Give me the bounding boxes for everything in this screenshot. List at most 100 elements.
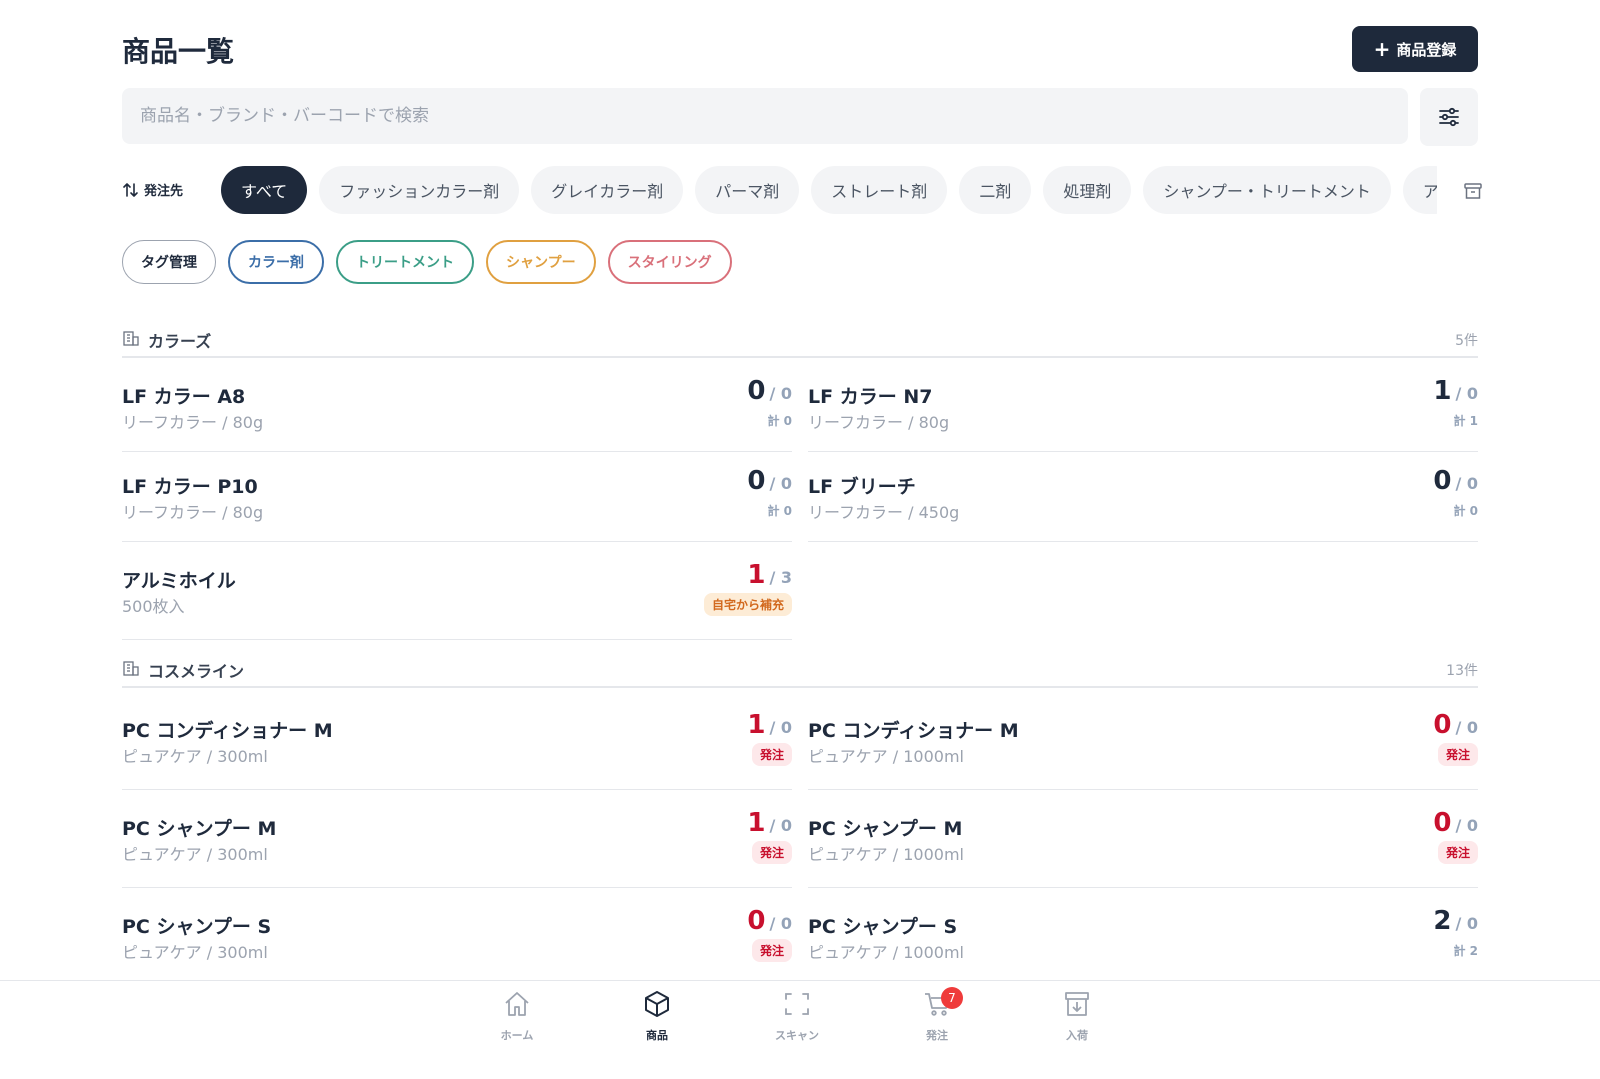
category-chip[interactable]: ア xyxy=(1402,166,1437,214)
product-name: LF カラー P10 xyxy=(122,476,258,498)
product-item[interactable]: PC シャンプー S ピュアケア / 1000ml 2/ 0 計 2 xyxy=(808,888,1478,986)
nav-label: ホーム xyxy=(500,1029,534,1042)
category-chip[interactable]: ストレート剤 xyxy=(811,166,948,214)
product-item[interactable]: PC コンディショナー M ピュアケア / 1000ml 0/ 0 発注 xyxy=(808,692,1478,790)
product-detail: ピュアケア / 300ml xyxy=(122,943,268,962)
sliders-icon xyxy=(1439,107,1459,127)
section-header: コスメライン 13件 xyxy=(122,658,1478,688)
tag-row: タグ管理 カラー剤 トリートメント シャンプー スタイリング xyxy=(122,240,732,284)
stock-target: / 0 xyxy=(769,914,792,933)
stock-target: / 0 xyxy=(769,718,792,737)
nav-home[interactable]: ホーム xyxy=(477,989,557,1049)
stock-current: 2 xyxy=(1433,906,1452,936)
section-header: カラーズ 5件 xyxy=(122,328,1478,358)
stock-total: 計 0 xyxy=(767,504,792,518)
product-name: PC シャンプー S xyxy=(808,916,958,938)
stock-current: 0 xyxy=(1433,466,1452,496)
category-chip[interactable]: ファッションカラー剤 xyxy=(319,166,520,214)
home-icon xyxy=(502,989,532,1023)
stock-target: / 0 xyxy=(769,474,792,493)
box-icon xyxy=(642,989,672,1023)
category-chip[interactable]: 処理剤 xyxy=(1043,166,1132,214)
plus-icon: + xyxy=(1373,37,1391,61)
stock-target: / 0 xyxy=(1455,816,1478,835)
stock-current: 0 xyxy=(1433,808,1452,838)
product-item[interactable]: PC シャンプー M ピュアケア / 1000ml 0/ 0 発注 xyxy=(808,790,1478,888)
product-item[interactable]: LF カラー N7 リーフカラー / 80g 1/ 0 計 1 xyxy=(808,362,1478,452)
tag-manage-button[interactable]: タグ管理 xyxy=(122,240,216,284)
product-item[interactable]: PC シャンプー S ピュアケア / 300ml 0/ 0 発注 xyxy=(122,888,792,986)
stock-current: 1 xyxy=(747,710,766,740)
section-count: 13件 xyxy=(1446,663,1478,679)
category-chip[interactable]: すべて xyxy=(221,166,308,214)
stock-count: 1/ 3 xyxy=(747,560,792,590)
stock-count: 0/ 0 xyxy=(1433,710,1478,740)
tag-chip[interactable]: シャンプー xyxy=(486,240,596,284)
product-item[interactable]: アルミホイル 500枚入 1/ 3 自宅から補充 xyxy=(122,542,792,640)
stock-current: 0 xyxy=(747,466,766,496)
product-detail: 500枚入 xyxy=(122,597,185,616)
product-detail: ピュアケア / 1000ml xyxy=(808,747,964,766)
stock-current: 1 xyxy=(1433,376,1452,406)
stock-count: 0/ 0 xyxy=(1433,466,1478,496)
tag-chip[interactable]: カラー剤 xyxy=(228,240,324,284)
stock-count: 0/ 0 xyxy=(1433,808,1478,838)
category-chip[interactable]: パーマ剤 xyxy=(695,166,800,214)
product-detail: リーフカラー / 80g xyxy=(122,503,264,522)
stock-target: / 0 xyxy=(1455,384,1478,403)
stock-count: 0/ 0 xyxy=(747,466,792,496)
page-title: 商品一覧 xyxy=(122,35,235,68)
building-icon xyxy=(122,659,140,681)
filter-button[interactable] xyxy=(1420,88,1478,146)
product-detail: リーフカラー / 80g xyxy=(122,413,264,432)
section-title: コスメライン xyxy=(122,658,244,682)
bottom-nav: ホーム 商品 スキャン 発注 7 入荷 xyxy=(0,980,1600,1079)
nav-label: 商品 xyxy=(646,1029,668,1042)
stock-target: / 0 xyxy=(769,384,792,403)
stock-current: 0 xyxy=(1433,710,1452,740)
product-name: PC シャンプー M xyxy=(808,818,963,840)
product-name: PC コンディショナー M xyxy=(808,720,1019,742)
scan-icon xyxy=(782,989,812,1023)
nav-cart[interactable]: 発注 7 xyxy=(897,987,977,1049)
sort-label: 発注先 xyxy=(144,184,184,199)
search-input[interactable] xyxy=(122,88,1408,144)
category-chip[interactable]: シャンプー・トリートメント xyxy=(1143,166,1391,214)
product-detail: ピュアケア / 300ml xyxy=(122,747,268,766)
section-title: カラーズ xyxy=(122,328,211,352)
add-product-button[interactable]: + 商品登録 xyxy=(1352,26,1478,72)
stock-target: / 3 xyxy=(769,568,792,587)
stock-current: 1 xyxy=(747,560,766,590)
category-chips: すべて ファッションカラー剤 グレイカラー剤 パーマ剤 ストレート剤 二剤 処理剤 シャンプー… xyxy=(221,166,1437,216)
product-detail: ピュアケア / 1000ml xyxy=(808,845,964,864)
product-name: LF カラー N7 xyxy=(808,386,933,408)
product-item[interactable]: LF カラー P10 リーフカラー / 80g 0/ 0 計 0 xyxy=(122,452,792,542)
nav-scan[interactable]: スキャン xyxy=(757,989,837,1049)
product-name: アルミホイル xyxy=(122,570,236,592)
section-count: 5件 xyxy=(1455,333,1478,349)
category-row: 発注先 すべて ファッションカラー剤 グレイカラー剤 パーマ剤 ストレート剤 二剤 処理剤シ… xyxy=(122,166,1482,216)
product-item[interactable]: LF カラー A8 リーフカラー / 80g 0/ 0 計 0 xyxy=(122,362,792,452)
product-item[interactable]: LF ブリーチ リーフカラー / 450g 0/ 0 計 0 xyxy=(808,452,1478,542)
product-detail: ピュアケア / 300ml xyxy=(122,845,268,864)
order-badge: 発注 xyxy=(1437,743,1478,766)
product-item[interactable]: PC シャンプー M ピュアケア / 300ml 1/ 0 発注 xyxy=(122,790,792,888)
stock-target: / 0 xyxy=(1455,914,1478,933)
tag-chip[interactable]: スタイリング xyxy=(607,240,732,284)
tag-chip[interactable]: トリートメント xyxy=(336,240,474,284)
sort-button[interactable]: 発注先 xyxy=(122,180,183,199)
product-detail: リーフカラー / 80g xyxy=(808,413,950,432)
product-name: PC コンディショナー M xyxy=(122,720,333,742)
stock-target: / 0 xyxy=(769,816,792,835)
nav-inbox[interactable]: 入荷 xyxy=(1037,989,1117,1049)
category-chip[interactable]: グレイカラー剤 xyxy=(531,166,684,214)
restock-badge: 自宅から補充 xyxy=(703,593,792,616)
stock-count: 1/ 0 xyxy=(1433,376,1478,406)
stock-count: 0/ 0 xyxy=(747,376,792,406)
product-item[interactable]: PC コンディショナー M ピュアケア / 300ml 1/ 0 発注 xyxy=(122,692,792,790)
category-chip[interactable]: 二剤 xyxy=(959,166,1032,214)
nav-label: スキャン xyxy=(775,1029,819,1042)
archive-icon[interactable] xyxy=(1462,180,1484,202)
nav-box[interactable]: 商品 xyxy=(617,989,697,1049)
product-detail: リーフカラー / 450g xyxy=(808,503,960,522)
